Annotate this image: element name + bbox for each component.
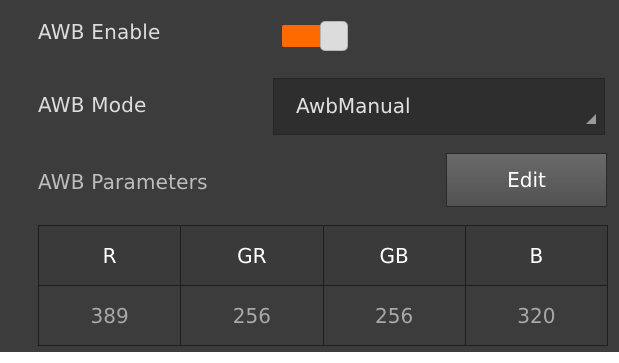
awb-mode-dropdown[interactable]: AwbManual	[273, 78, 605, 135]
table-row: 389 256 256 320	[37, 285, 609, 346]
awb-parameters-label: AWB Parameters	[38, 170, 208, 194]
column-header-gr: GR	[180, 225, 324, 286]
column-header-r: R	[37, 225, 182, 286]
awb-mode-value: AwbManual	[296, 94, 411, 118]
awb-settings-panel: AWB Enable AWB Mode AwbManual AWB Parame…	[0, 0, 619, 352]
column-header-b: B	[464, 225, 609, 286]
awb-enable-toggle[interactable]	[280, 18, 350, 52]
awb-parameters-table: R GR GB B 389 256 256 320	[37, 225, 609, 346]
column-header-gb: GB	[322, 225, 466, 286]
table-header-row: R GR GB B	[37, 225, 609, 286]
edit-button[interactable]: Edit	[446, 153, 607, 207]
value-gb[interactable]: 256	[322, 285, 466, 346]
value-gr[interactable]: 256	[180, 285, 324, 346]
toggle-knob[interactable]	[320, 21, 348, 51]
value-b[interactable]: 320	[464, 285, 609, 346]
value-r[interactable]: 389	[37, 285, 182, 346]
awb-enable-label: AWB Enable	[38, 20, 161, 44]
dropdown-corner-icon	[586, 114, 596, 124]
awb-mode-label: AWB Mode	[38, 93, 147, 117]
